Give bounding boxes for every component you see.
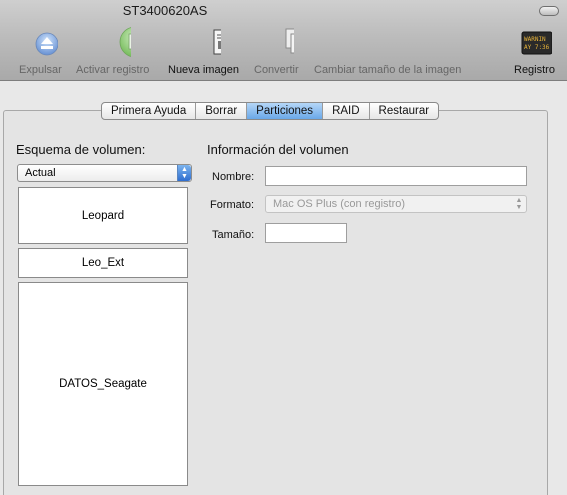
log-button[interactable]: WARNIN AY 7:36 Registro (514, 26, 555, 76)
eject-button[interactable]: Expulsar (19, 26, 62, 76)
partition-label: Leopard (81, 209, 125, 222)
resize-image-icon (370, 26, 457, 58)
journal-icon (95, 26, 151, 58)
enable-journaling-button[interactable]: Activar registro (76, 26, 151, 76)
tab-first-aid[interactable]: Primera Ayuda (102, 103, 197, 119)
eject-label: Expulsar (19, 64, 62, 76)
enable-journaling-label: Activar registro (76, 64, 150, 76)
eject-icon (22, 26, 59, 58)
partition-datos-seagate[interactable]: DATOS_Seagate (18, 282, 188, 486)
format-value: Mac OS Plus (con registro) (273, 198, 406, 210)
new-image-label: Nueva imagen (168, 64, 239, 76)
tab-bar: Primera Ayuda Borrar Particiones RAID Re… (101, 102, 440, 120)
log-icon-line-2: AY 7:36 (524, 44, 550, 51)
size-field[interactable] (265, 223, 347, 243)
tab-partitions[interactable]: Particiones (247, 103, 324, 119)
window-title: ST3400620AS (122, 3, 208, 18)
window-toolbar: ST3400620AS Expulsar Activar registro Nu… (0, 0, 567, 81)
new-image-button[interactable]: Nueva imagen (168, 26, 240, 76)
log-label: Registro (514, 64, 555, 76)
partition-leopard[interactable]: Leopard (18, 187, 188, 244)
resize-image-label: Cambiar tamaño de la imagen (314, 64, 462, 76)
volume-scheme-title: Esquema de volumen: (16, 142, 146, 157)
name-field[interactable] (265, 166, 527, 186)
select-arrows-icon: ▲ ▼ (515, 197, 523, 211)
toolbar-toggle-button[interactable] (539, 6, 559, 16)
convert-label: Convertir (254, 64, 299, 76)
format-select[interactable]: Mac OS Plus (con registro) ▲ ▼ (265, 195, 527, 213)
log-icon: WARNIN AY 7:36 (516, 26, 553, 58)
tab-restore[interactable]: Restaurar (370, 103, 438, 119)
resize-image-button[interactable]: Cambiar tamaño de la imagen (314, 26, 461, 76)
convert-button[interactable]: Convertir (254, 26, 306, 76)
log-icon-line-1: WARNIN (524, 36, 546, 43)
name-label: Nombre: (212, 171, 255, 183)
new-image-icon (185, 26, 240, 58)
partition-leo-ext[interactable]: Leo_Ext (18, 248, 188, 278)
tab-erase[interactable]: Borrar (196, 103, 248, 119)
partition-label: DATOS_Seagate (59, 378, 147, 390)
window-right-edge (549, 82, 567, 495)
volume-scheme-select[interactable]: Actual ▲ ▼ (17, 164, 192, 182)
select-arrows-icon: ▲ ▼ (177, 165, 191, 181)
convert-icon (258, 26, 306, 58)
tab-raid[interactable]: RAID (323, 103, 370, 119)
format-label: Formato: (210, 199, 255, 211)
volume-scheme-value: Actual (25, 167, 56, 179)
size-label: Tamaño: (212, 229, 255, 241)
volume-info-title: Información del volumen (207, 142, 349, 157)
partition-label: Leo_Ext (81, 257, 125, 269)
